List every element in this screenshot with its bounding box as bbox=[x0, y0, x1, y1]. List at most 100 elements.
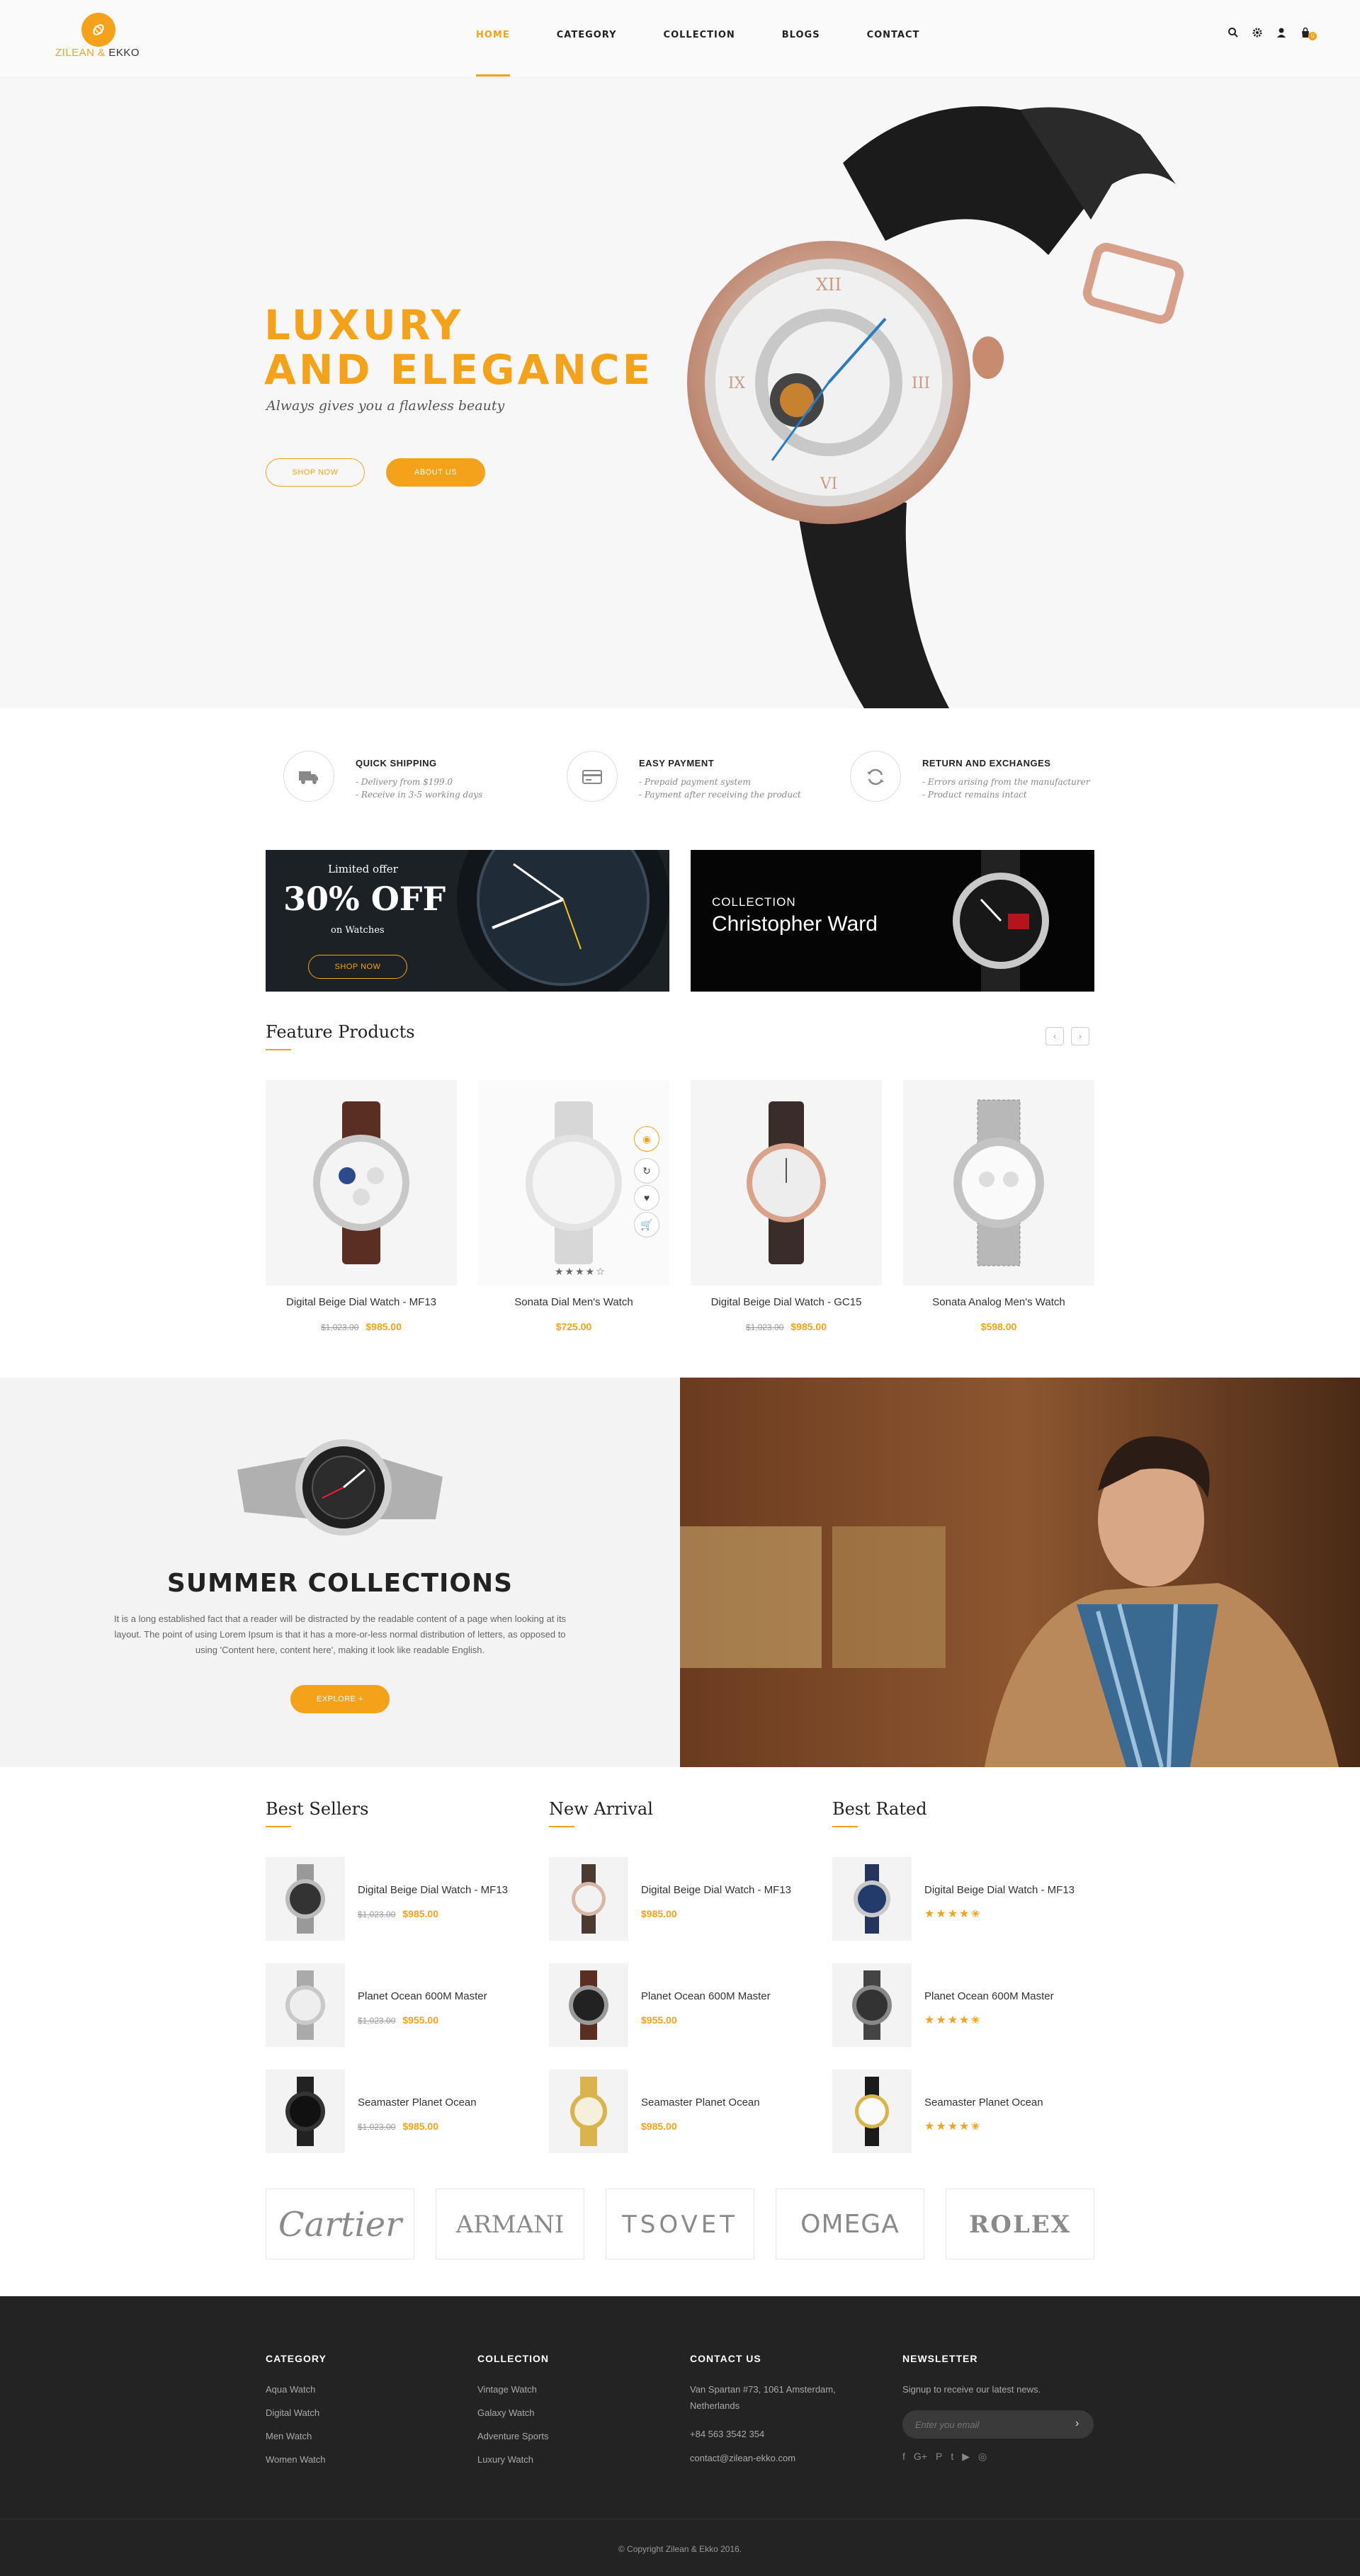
google-plus-icon[interactable]: G+ bbox=[914, 2451, 927, 2463]
feature-line: - Payment after receiving the product bbox=[639, 790, 801, 800]
list-item-image[interactable] bbox=[266, 1857, 345, 1941]
prev-arrow-button[interactable]: ‹ bbox=[1046, 1027, 1064, 1045]
list-item-price: $985.00 bbox=[641, 2121, 677, 2132]
current-price: $985.00 bbox=[641, 1908, 677, 1919]
compare-icon[interactable]: ↻ bbox=[634, 1158, 659, 1184]
product-card[interactable]: Digital Beige Dial Watch - MF13 $1,023.0… bbox=[266, 1080, 457, 1335]
product-image[interactable] bbox=[903, 1080, 1094, 1286]
summer-model-image bbox=[680, 1378, 1360, 1767]
list-item[interactable]: Digital Beige Dial Watch - MF13 $985.00 bbox=[549, 1857, 818, 1942]
brand-logo-tsovet[interactable]: TSOVET bbox=[606, 2189, 754, 2259]
logo-text[interactable]: ZILEAN & EKKO bbox=[55, 47, 140, 59]
next-arrow-button[interactable]: › bbox=[1071, 1027, 1089, 1045]
list-item[interactable]: Planet Ocean 600M Master $955.00 bbox=[549, 1963, 818, 2048]
list-item-image[interactable] bbox=[832, 1857, 912, 1941]
footer-link[interactable]: Women Watch bbox=[266, 2454, 326, 2465]
list-item-image[interactable] bbox=[832, 2070, 912, 2153]
list-item-name[interactable]: Planet Ocean 600M Master bbox=[641, 1990, 771, 2002]
brand-logo-omega[interactable]: OMEGA bbox=[776, 2189, 924, 2259]
feature-quick-shipping: QUICK SHIPPING - Delivery from $199.0 - … bbox=[283, 751, 567, 807]
logo-icon[interactable] bbox=[81, 13, 115, 47]
list-item[interactable]: Seamaster Planet Ocean $1,023.00 $985.00 bbox=[266, 2070, 535, 2155]
brand-logo-armani[interactable]: ARMANI bbox=[436, 2189, 584, 2259]
product-image[interactable]: ★★★★☆ bbox=[478, 1080, 669, 1286]
list-item-image[interactable] bbox=[266, 1963, 345, 2047]
nav-blogs[interactable]: BLOGS bbox=[782, 0, 820, 78]
instagram-icon[interactable]: ◎ bbox=[978, 2451, 987, 2463]
list-item[interactable]: Planet Ocean 600M Master $1,023.00 $955.0… bbox=[266, 1963, 535, 2048]
product-image[interactable] bbox=[691, 1080, 882, 1286]
footer-phone: +84 563 3542 354 bbox=[690, 2429, 765, 2439]
list-item-name[interactable]: Planet Ocean 600M Master bbox=[358, 1990, 487, 2002]
about-us-button[interactable]: ABOUT US bbox=[386, 458, 485, 487]
footer-link[interactable]: Digital Watch bbox=[266, 2407, 319, 2418]
quick-view-eye-icon[interactable]: ◉ bbox=[634, 1126, 659, 1152]
brand-logo-cartier[interactable]: Cartier bbox=[266, 2189, 414, 2259]
footer-link[interactable]: Luxury Watch bbox=[477, 2454, 533, 2465]
nav-home[interactable]: HOME bbox=[476, 0, 510, 78]
list-item-image[interactable] bbox=[549, 2070, 628, 2153]
product-image[interactable] bbox=[266, 1080, 457, 1286]
list-item[interactable]: Planet Ocean 600M Master ★★★★✬ bbox=[832, 1963, 1101, 2048]
footer-email[interactable]: contact@zilean-ekko.com bbox=[690, 2453, 795, 2463]
list-item-name[interactable]: Digital Beige Dial Watch - MF13 bbox=[358, 1884, 508, 1896]
footer-link[interactable]: Aqua Watch bbox=[266, 2384, 315, 2395]
newsletter-submit-arrow-icon[interactable]: › bbox=[1075, 2417, 1079, 2430]
product-name[interactable]: Digital Beige Dial Watch - GC15 bbox=[691, 1296, 882, 1308]
brand-logo-rolex[interactable]: ROLEX bbox=[946, 2189, 1094, 2259]
shop-now-button[interactable]: SHOP NOW bbox=[266, 458, 365, 487]
footer-link[interactable]: Vintage Watch bbox=[477, 2384, 537, 2395]
list-item[interactable]: Digital Beige Dial Watch - MF13 $1,023.0… bbox=[266, 1857, 535, 1942]
list-item[interactable]: Seamaster Planet Ocean ★★★★✬ bbox=[832, 2070, 1101, 2155]
header-icons: 0 bbox=[1227, 27, 1317, 40]
explore-button[interactable]: EXPLORE + bbox=[290, 1685, 390, 1713]
hero-watch-image: XII III VI IX bbox=[687, 106, 1184, 708]
list-item[interactable]: Seamaster Planet Ocean $985.00 bbox=[549, 2070, 818, 2155]
twitter-icon[interactable]: t bbox=[951, 2451, 953, 2463]
newsletter-email-input[interactable] bbox=[902, 2410, 1094, 2439]
current-price: $985.00 bbox=[641, 2121, 677, 2132]
youtube-icon[interactable]: ▶ bbox=[962, 2451, 970, 2463]
cart-icon[interactable]: 0 bbox=[1299, 27, 1317, 40]
footer-link[interactable]: Galaxy Watch bbox=[477, 2407, 534, 2418]
product-card[interactable]: ★★★★☆ ◉ ↻ ♥ 🛒 Sonata Dial Men's Watch $7… bbox=[478, 1080, 669, 1335]
wishlist-heart-icon[interactable]: ♥ bbox=[634, 1185, 659, 1210]
search-icon[interactable] bbox=[1227, 27, 1240, 40]
list-item-image[interactable] bbox=[549, 1857, 628, 1941]
feature-line: - Product remains intact bbox=[922, 790, 1027, 800]
list-item-name[interactable]: Planet Ocean 600M Master bbox=[924, 1990, 1054, 2002]
list-item-image[interactable] bbox=[549, 1963, 628, 2047]
product-card[interactable]: Sonata Analog Men's Watch $598.00 bbox=[903, 1080, 1094, 1335]
site-header: ZILEAN & EKKO HOME CATEGORY COLLECTION B… bbox=[0, 0, 1360, 78]
user-icon[interactable] bbox=[1275, 27, 1288, 40]
gear-icon[interactable] bbox=[1251, 27, 1264, 40]
facebook-icon[interactable]: f bbox=[902, 2451, 905, 2463]
list-item-image[interactable] bbox=[832, 1963, 912, 2047]
product-name[interactable]: Sonata Analog Men's Watch bbox=[903, 1296, 1094, 1308]
logo-text-part1: ZILEAN & bbox=[55, 47, 109, 59]
product-card[interactable]: Digital Beige Dial Watch - GC15 $1,023.0… bbox=[691, 1080, 882, 1335]
list-item-name[interactable]: Digital Beige Dial Watch - MF13 bbox=[641, 1884, 791, 1896]
footer-link[interactable]: Men Watch bbox=[266, 2431, 312, 2441]
product-name[interactable]: Sonata Dial Men's Watch bbox=[478, 1296, 669, 1308]
best-rated-title: Best Rated bbox=[832, 1799, 927, 1827]
summer-watch-image bbox=[237, 1439, 443, 1536]
footer-link[interactable]: Adventure Sports bbox=[477, 2431, 548, 2441]
collection-banner[interactable]: COLLECTION Christopher Ward bbox=[691, 850, 1094, 992]
list-item-name[interactable]: Seamaster Planet Ocean bbox=[358, 2096, 477, 2109]
list-item-name[interactable]: Seamaster Planet Ocean bbox=[924, 2096, 1043, 2109]
nav-contact[interactable]: CONTACT bbox=[867, 0, 920, 78]
nav-collection[interactable]: COLLECTION bbox=[664, 0, 735, 78]
nav-category[interactable]: CATEGORY bbox=[557, 0, 617, 78]
banner-shop-now-button[interactable]: SHOP NOW bbox=[308, 955, 407, 979]
add-to-cart-icon[interactable]: 🛒 bbox=[634, 1212, 659, 1237]
list-item-name[interactable]: Digital Beige Dial Watch - MF13 bbox=[924, 1884, 1075, 1896]
list-item-name[interactable]: Seamaster Planet Ocean bbox=[641, 2096, 760, 2109]
list-item[interactable]: Digital Beige Dial Watch - MF13 ★★★★✬ bbox=[832, 1857, 1101, 1942]
offer-banner[interactable]: Limited offer 30% OFF on Watches SHOP NO… bbox=[266, 850, 669, 992]
footer-address-line1: Van Spartan #73, 1061 Amsterdam, bbox=[690, 2384, 836, 2395]
list-item-image[interactable] bbox=[266, 2070, 345, 2153]
product-name[interactable]: Digital Beige Dial Watch - MF13 bbox=[266, 1296, 457, 1308]
current-price: $725.00 bbox=[555, 1321, 592, 1332]
pinterest-icon[interactable]: P bbox=[936, 2451, 942, 2463]
